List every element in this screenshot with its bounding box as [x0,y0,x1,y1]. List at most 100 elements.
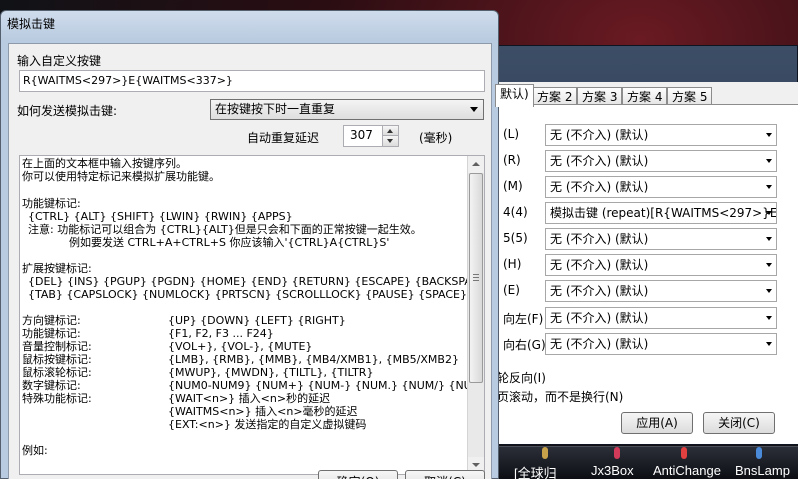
config-window: 默认) 方案 2 方案 3 方案 4 方案 5 (L) 无 (不介入) (默认)… [495,82,798,444]
help-line: 在上面的文本框中输入按键序列。 [22,157,187,170]
help-line: 你可以使用特定标记来模拟扩展功能键。 [22,170,220,183]
chevron-down-icon [766,159,772,163]
close-button[interactable]: 关闭(C) [703,412,775,434]
button-action-value: 无 (不介入) (默认) [550,258,649,272]
app-icon [756,447,762,459]
help-table-label: 音量控制标记: [22,340,92,353]
help-table-value: {UP} {DOWN} {LEFT} {RIGHT} [168,314,346,327]
help-table-value: {WAITMS<n>} 插入<n>毫秒的延迟 [168,405,358,418]
button-row-label: 向左(F) [503,312,544,326]
chevron-down-icon [766,316,772,320]
help-line: 例如: [22,444,48,457]
scroll-up-icon[interactable] [468,156,484,173]
help-table-value: {WAIT<n>} 插入<n>秒的延迟 [168,392,331,405]
button-action-select[interactable]: 无 (不介入) (默认) [545,124,777,146]
button-action-value: 无 (不介入) (默认) [550,284,649,298]
apply-button[interactable]: 应用(A) [621,412,693,434]
button-action-value: 无 (不介入) (默认) [550,180,649,194]
dialog-client-area: 输入自定义按键 R{WAITMS<297>}E{WAITMS<337>} 如何发… [8,43,492,479]
help-table-label: 鼠标滚轮标记: [22,366,92,379]
app-icon [614,447,620,459]
help-table-label: 特殊功能标记: [22,392,92,405]
stepper-up-icon[interactable] [383,126,398,136]
send-mode-label: 如何发送模拟击键: [17,104,118,118]
app-icon [542,447,548,459]
button-row-label: (M) [503,179,523,193]
chevron-down-icon [766,263,772,267]
reverse-wheel-option[interactable]: 轮反向(I) [497,369,546,386]
button-action-select[interactable]: 无 (不介入) (默认) [545,228,777,250]
help-table-value: {VOL+}, {VOL-}, {MUTE} [168,340,313,353]
button-action-value: 无 (不介入) (默认) [550,311,649,325]
custom-key-input[interactable]: R{WAITMS<297>}E{WAITMS<337>} [19,70,485,92]
help-table-label: 方向键标记: [22,314,81,327]
scroll-thumb[interactable] [469,173,483,383]
help-line: 注意: 功能标记可以组合为 {CTRL}{ALT}但是只会和下面的正常按键一起生… [28,223,422,236]
button-row-label: (L) [503,127,520,141]
ok-button[interactable]: 确定(O) [318,470,398,479]
help-table-value: {NUM0-NUM9} {NUM+} {NUM-} {NUM.} {NUM/} … [168,379,485,392]
taskbar: [全球归 Jx3Box AntiChange BnsLamp [498,446,798,479]
button-row-label: 向右(G) [503,338,546,352]
profile-tab-page: (L) 无 (不介入) (默认) (R) 无 (不介入) (默认) (M) 无 … [497,104,798,444]
help-table-value: {EXT:<n>} 发送指定的自定义虚拟键码 [168,418,367,431]
keystroke-dialog: 模拟击键 输入自定义按键 R{WAITMS<297>}E{WAITMS<337>… [0,10,499,479]
button-action-value: 无 (不介入) (默认) [550,232,649,246]
button-action-select[interactable]: 无 (不介入) (默认) [545,150,777,172]
app-icon [681,447,687,459]
button-action-select[interactable]: 无 (不介入) (默认) [545,280,777,302]
custom-key-label: 输入自定义按键 [17,54,102,68]
help-table-value: {F1, F2, F3 ... F24} [168,327,274,340]
help-line: {DEL} {INS} {PGUP} {PGDN} {HOME} {END} {… [28,275,485,288]
stepper-down-icon[interactable] [383,136,398,146]
button-row-label: 5(5) [503,231,528,245]
chevron-down-icon [470,107,478,112]
send-mode-value: 在按键按下时一直重复 [215,102,336,116]
help-table-value: {MWUP}, {MWDN}, {TILTL}, {TILTR} [168,366,374,379]
help-line: 功能键标记: [22,197,81,210]
help-scrollbar[interactable] [467,156,484,474]
button-row-label: (E) [503,283,520,297]
repeat-delay-value[interactable]: 307 [350,128,373,142]
button-action-select[interactable]: 无 (不介入) (默认) [545,176,777,198]
profile-tabs: 默认) 方案 2 方案 3 方案 4 方案 5 [495,84,798,107]
button-action-value: 无 (不介入) (默认) [550,154,649,168]
button-row-label: (R) [503,153,521,167]
button-action-select[interactable]: 模拟击键 (repeat)[R{WAITMS<297>}E{W [545,202,777,224]
button-action-value: 无 (不介入) (默认) [550,128,649,142]
help-table-label: 鼠标按键标记: [22,353,92,366]
repeat-delay-unit: (毫秒) [419,131,453,145]
taskbar-item-jx3box[interactable]: Jx3Box [591,463,634,478]
button-action-value: 无 (不介入) (默认) [550,337,649,351]
chevron-down-icon [766,289,772,293]
help-line: {CTRL} {ALT} {SHIFT} {LWIN} {RWIN} {APPS… [28,210,293,223]
chevron-down-icon [766,342,772,346]
help-table-value: {LMB}, {RMB}, {MMB}, {MB4/XMB1}, {MB5/XM… [168,353,459,366]
help-table-label: 数字键标记: [22,379,81,392]
button-action-value: 模拟击键 (repeat)[R{WAITMS<297>}E{W [550,206,777,220]
stepper-buttons [382,126,398,146]
button-row-label: 4(4) [503,205,528,219]
tab-default-profile[interactable]: 默认) [495,84,534,107]
taskbar-item-global[interactable]: [全球归 [514,463,557,479]
taskbar-item-antichange[interactable]: AntiChange [653,463,721,478]
help-text-area[interactable]: 在上面的文本框中输入按键序列。 你可以使用特定标记来模拟扩展功能键。 功能键标记… [19,155,485,475]
chevron-down-icon [766,237,772,241]
button-action-select[interactable]: 无 (不介入) (默认) [545,333,777,355]
chevron-down-icon [766,185,772,189]
send-mode-select[interactable]: 在按键按下时一直重复 [210,99,484,120]
cancel-button[interactable]: 取消(C) [405,470,485,479]
chevron-down-icon [766,211,772,215]
help-line: {TAB} {CAPSLOCK} {NUMLOCK} {PRTSCN} {SCR… [28,288,467,301]
help-table-label: 功能键标记: [22,327,81,340]
taskbar-item-bnslamp[interactable]: BnsLamp [735,463,790,478]
repeat-delay-stepper[interactable]: 307 [343,125,399,147]
repeat-delay-label: 自动重复延迟 [247,131,320,145]
button-action-select[interactable]: 无 (不介入) (默认) [545,254,777,276]
grip-icon [473,274,479,281]
dialog-title: 模拟击键 [7,17,56,31]
button-action-select[interactable]: 无 (不介入) (默认) [545,307,777,329]
help-line: 扩展按键标记: [22,262,92,275]
page-scroll-option[interactable]: 页滚动，而不是换行(N) [497,388,623,405]
chevron-down-icon [766,133,772,137]
